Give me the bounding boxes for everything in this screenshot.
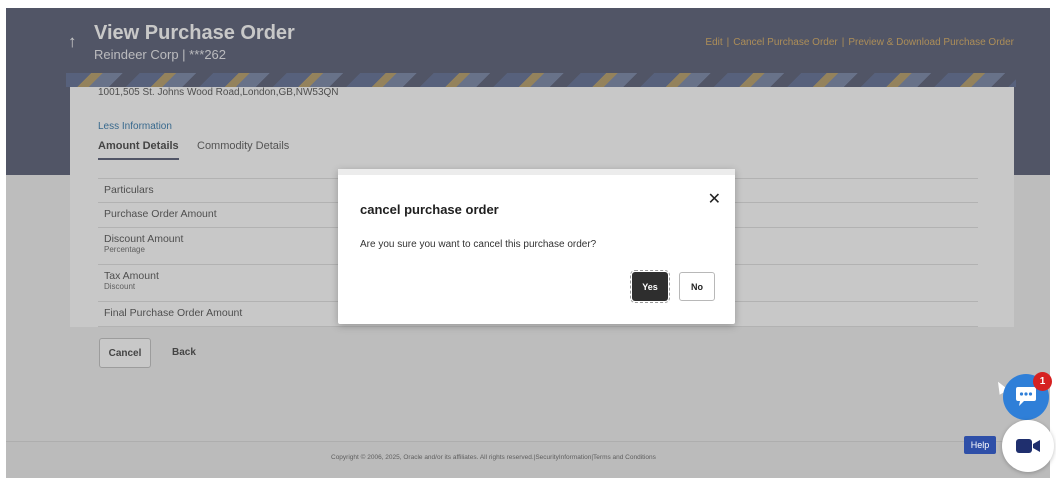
no-button[interactable]: No <box>679 272 715 301</box>
video-call-button[interactable] <box>1002 420 1054 472</box>
close-icon[interactable]: ✕ <box>708 189 721 209</box>
dialog-message: Are you sure you want to cancel this pur… <box>360 239 597 250</box>
chat-bubble-icon <box>1016 387 1036 406</box>
dialog-title: cancel purchase order <box>360 202 499 217</box>
video-camera-icon <box>1016 439 1040 453</box>
notification-badge: 1 <box>1033 372 1052 391</box>
app-frame: ↑ View Purchase Order Reindeer Corp | **… <box>6 8 1050 478</box>
yes-button[interactable]: Yes <box>630 270 670 303</box>
help-button[interactable]: Help <box>964 436 996 454</box>
cancel-po-dialog: ✕ cancel purchase order Are you sure you… <box>338 169 735 324</box>
dialog-top-band <box>338 169 735 175</box>
